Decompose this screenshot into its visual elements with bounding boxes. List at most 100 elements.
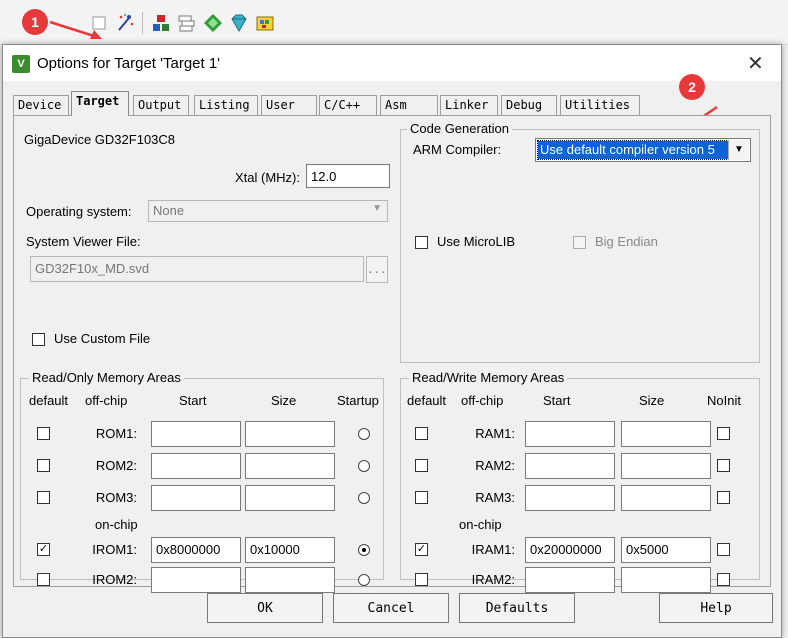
ram-noinit-checkbox[interactable] [717,573,730,586]
xtal-input[interactable] [306,164,390,188]
ram-onchip-label: on-chip [459,517,502,532]
rom-size-input[interactable] [245,453,335,479]
operating-system-value: None [153,203,185,218]
dialog-titlebar: V Options for Target 'Target 1' ✕ [3,45,781,81]
ram-default-checkbox[interactable] [415,427,428,440]
rom-title: Read/Only Memory Areas [29,370,184,385]
rom-size-input[interactable] [245,485,335,511]
ram-start-input[interactable] [525,485,615,511]
rom-size-input[interactable] [245,421,335,447]
tab-debug[interactable]: Debug [501,95,557,115]
tab-user[interactable]: User [261,95,317,115]
rom-startup-radio[interactable] [358,428,370,440]
ram-size-input[interactable]: 0x5000 [621,537,711,563]
rom-row-label: ROM1: [95,426,137,441]
rom-start-input[interactable]: 0x8000000 [151,537,241,563]
ram-start-input[interactable]: 0x20000000 [525,537,615,563]
rom-size-input[interactable] [245,567,335,593]
rom-size-input[interactable]: 0x10000 [245,537,335,563]
stacked-windows-icon[interactable] [176,12,198,34]
ram-start-input[interactable] [525,567,615,593]
tab-asm[interactable]: Asm [380,95,438,115]
tab-utilities[interactable]: Utilities [560,95,640,115]
use-custom-file-checkbox[interactable] [32,333,45,346]
tab-target[interactable]: Target [71,91,129,116]
ram-default-checkbox[interactable] [415,459,428,472]
options-for-target-wand-icon[interactable] [114,12,136,34]
ram-header-offchip: off-chip [461,393,504,408]
xtal-label: Xtal (MHz): [235,170,300,185]
rom-start-input[interactable] [151,485,241,511]
ram-header-size: Size [639,393,665,408]
cancel-button[interactable]: Cancel [333,593,449,623]
ok-button[interactable]: OK [207,593,323,623]
read-write-memory-group: Read/Write Memory Areas default off-chip… [400,370,760,593]
ram-noinit-checkbox[interactable] [717,491,730,504]
chevron-down-icon: ▼ [372,203,382,214]
tab-output[interactable]: Output [133,95,189,115]
pack-installer-icon[interactable] [254,12,276,34]
use-microlib-label: Use MicroLIB [437,234,516,249]
ram-noinit-checkbox[interactable] [717,427,730,440]
arm-compiler-select[interactable]: Use default compiler version 5 ▼ [535,138,751,162]
system-viewer-input[interactable]: GD32F10x_MD.svd [30,256,364,282]
ram-size-input[interactable] [621,421,711,447]
ram-size-input[interactable] [621,567,711,593]
arm-compiler-value: Use default compiler version 5 [537,140,729,160]
gem-icon[interactable] [228,12,250,34]
rom-header-offchip: off-chip [85,393,128,408]
green-diamond-icon[interactable] [202,12,224,34]
defaults-button[interactable]: Defaults [459,593,575,623]
ram-header-default: default [407,393,447,408]
use-microlib-checkbox[interactable] [415,236,428,249]
tab-listing[interactable]: Listing [194,95,258,115]
ram-row-label: RAM3: [475,490,515,505]
ram-default-checkbox[interactable]: ✓ [415,543,428,556]
rom-startup-radio[interactable] [358,574,370,586]
big-endian-label: Big Endian [595,234,658,249]
device-name: GigaDevice GD32F103C8 [24,132,176,147]
rom-header-size: Size [271,393,297,408]
toolbar-separator [142,12,143,34]
rom-default-checkbox[interactable] [37,491,50,504]
rom-startup-radio[interactable] [358,544,370,556]
ram-default-checkbox[interactable] [415,573,428,586]
system-viewer-browse-button[interactable]: ... [366,256,388,283]
chevron-down-icon[interactable]: ▼ [728,140,749,160]
rom-header-default: default [29,393,69,408]
toolbar: 1 [0,0,788,45]
close-icon[interactable]: ✕ [747,51,764,76]
rom-row-label: ROM2: [95,458,137,473]
ram-start-input[interactable] [525,421,615,447]
ram-noinit-checkbox[interactable] [717,543,730,556]
manage-project-items-icon[interactable] [150,12,172,34]
operating-system-select[interactable]: None ▼ [148,200,388,222]
ram-row-label: RAM2: [475,458,515,473]
rom-header-start: Start [179,393,207,408]
arm-compiler-label: ARM Compiler: [413,142,502,157]
rom-default-checkbox[interactable] [37,427,50,440]
ram-start-input[interactable] [525,453,615,479]
annotation-badge-1: 1 [22,9,48,35]
rom-default-checkbox[interactable]: ✓ [37,543,50,556]
ram-noinit-checkbox[interactable] [717,459,730,472]
rom-startup-radio[interactable] [358,460,370,472]
help-button[interactable]: Help [659,593,773,623]
rom-start-input[interactable] [151,421,241,447]
rom-default-checkbox[interactable] [37,459,50,472]
big-endian-checkbox[interactable] [573,236,586,249]
checkbox-icon[interactable] [88,12,110,34]
rom-default-checkbox[interactable] [37,573,50,586]
tab-c-cpp[interactable]: C/C++ [319,95,377,115]
rom-start-input[interactable] [151,453,241,479]
rom-start-input[interactable] [151,567,241,593]
tab-device[interactable]: Device [13,95,69,115]
ram-size-input[interactable] [621,485,711,511]
ram-default-checkbox[interactable] [415,491,428,504]
tab-strip: Device Target Output Listing User C/C++ … [3,91,781,117]
ram-size-input[interactable] [621,453,711,479]
rom-startup-radio[interactable] [358,492,370,504]
ram-row-label: IRAM1: [471,542,515,557]
tab-linker[interactable]: Linker [440,95,498,115]
system-viewer-label: System Viewer File: [26,234,141,249]
